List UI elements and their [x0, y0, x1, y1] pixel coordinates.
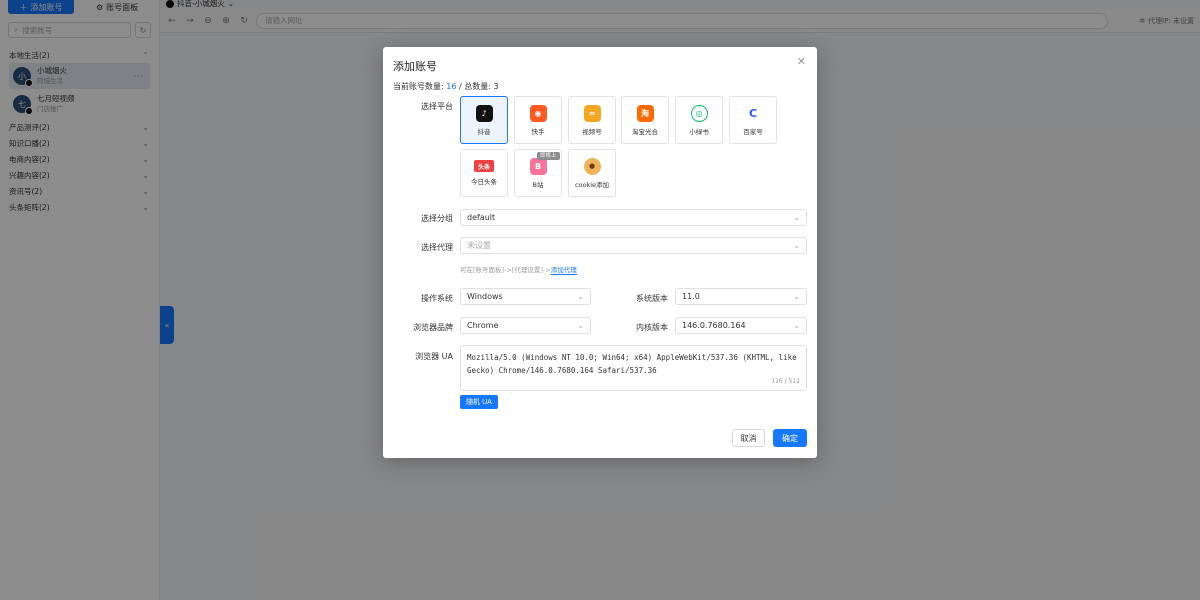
browser-value: Chrome: [467, 321, 499, 330]
random-ua-button[interactable]: 随机 UA: [460, 395, 498, 409]
bilibili-icon: B: [529, 157, 547, 175]
shipinhao-icon: ≈: [583, 104, 601, 122]
platform-label-text: 快手: [531, 127, 545, 136]
chevron-down-icon: ⌄: [577, 321, 584, 330]
confirm-button[interactable]: 确定: [773, 429, 807, 447]
platform-toutiao[interactable]: 头条 今日头条: [460, 149, 508, 197]
chevron-down-icon: ⌄: [793, 292, 800, 301]
os-version-value: 11.0: [682, 292, 700, 301]
baijiahao-icon: C: [744, 104, 762, 122]
chevron-down-icon: ⌄: [793, 241, 800, 250]
group-value: default: [467, 213, 496, 222]
platform-kuaishou[interactable]: ◉ 快手: [514, 96, 562, 144]
platform-label-text: cookie添加: [574, 180, 610, 189]
dialog-title: 添加账号: [393, 60, 437, 73]
kernel-value: 146.0.7680.164: [682, 321, 746, 330]
ua-char-count: 116 / 512: [771, 378, 800, 385]
proxy-hint: 可在[账号面板]->[代理设置]->添加代理: [460, 264, 577, 275]
cancel-label: 取消: [740, 433, 757, 443]
count-total: 3: [493, 82, 499, 91]
random-ua-label: 随机 UA: [466, 399, 492, 406]
coming-soon-tag: 即将上: [537, 152, 560, 160]
platform-douyin[interactable]: ♪ 抖音: [460, 96, 508, 144]
count-prefix: 当前账号数量:: [393, 82, 447, 91]
ua-value: Mozilla/5.0 (Windows NT 10.0; Win64; x64…: [467, 353, 797, 375]
account-count: 当前账号数量: 16 / 总数量: 3: [393, 81, 499, 92]
platform-label-text: 小绿书: [689, 127, 709, 136]
kernel-select[interactable]: 146.0.7680.164 ⌄: [675, 317, 807, 334]
add-proxy-link[interactable]: 添加代理: [550, 266, 577, 275]
platform-label-text: B站: [532, 180, 544, 189]
xiaolvshu-icon: ◎: [690, 104, 708, 122]
chevron-down-icon: ⌄: [577, 292, 584, 301]
kernel-label: 内核版本: [636, 323, 668, 332]
os-version-label: 系统版本: [636, 294, 668, 303]
add-account-dialog: 添加账号 ✕ 当前账号数量: 16 / 总数量: 3 选择平台 ♪ 抖音 ◉ 快…: [383, 47, 817, 458]
cookie-icon: ●: [583, 157, 601, 175]
kuaishou-icon: ◉: [529, 104, 547, 122]
count-current: 16: [446, 82, 457, 91]
platform-label-text: 抖音: [477, 127, 491, 136]
ua-label: 浏览器 UA: [415, 352, 453, 361]
platform-baijiahao[interactable]: C 百家号: [729, 96, 777, 144]
browser-select[interactable]: Chrome ⌄: [460, 317, 591, 334]
douyin-icon: ♪: [475, 104, 493, 122]
browser-label: 浏览器品牌: [413, 323, 453, 332]
platform-taobao[interactable]: 淘 淘宝光合: [621, 96, 669, 144]
cancel-button[interactable]: 取消: [732, 429, 765, 447]
group-select[interactable]: default ⌄: [460, 209, 807, 226]
count-separator: / 总数量:: [456, 82, 494, 91]
platform-label-text: 视频号: [582, 127, 602, 136]
platform-label-text: 百家号: [743, 127, 763, 136]
platform-xiaolvshu[interactable]: ◎ 小绿书: [675, 96, 723, 144]
platform-label: 选择平台: [421, 102, 453, 111]
os-value: Windows: [467, 292, 503, 301]
toutiao-icon: 头条: [474, 160, 494, 172]
platform-label-text: 今日头条: [471, 178, 497, 186]
chevron-down-icon: ⌄: [793, 321, 800, 330]
group-label: 选择分组: [421, 214, 453, 223]
os-version-select[interactable]: 11.0 ⌄: [675, 288, 807, 305]
proxy-hint-text: 可在[账号面板]->[代理设置]->: [460, 266, 551, 274]
platform-shipinhao[interactable]: ≈ 视频号: [568, 96, 616, 144]
proxy-label: 选择代理: [421, 243, 453, 252]
confirm-label: 确定: [782, 433, 798, 443]
ua-textarea[interactable]: Mozilla/5.0 (Windows NT 10.0; Win64; x64…: [460, 345, 807, 391]
os-label: 操作系统: [421, 294, 453, 303]
os-select[interactable]: Windows ⌄: [460, 288, 591, 305]
proxy-placeholder: 未设置: [467, 241, 491, 250]
platform-cookie[interactable]: ● cookie添加: [568, 149, 616, 197]
platform-label-text: 淘宝光合: [632, 127, 658, 136]
proxy-select[interactable]: 未设置 ⌄: [460, 237, 807, 254]
taobao-icon: 淘: [636, 104, 654, 122]
chevron-down-icon: ⌄: [793, 213, 800, 222]
platform-bilibili[interactable]: 即将上 B B站: [514, 149, 562, 197]
close-icon[interactable]: ✕: [797, 55, 806, 68]
